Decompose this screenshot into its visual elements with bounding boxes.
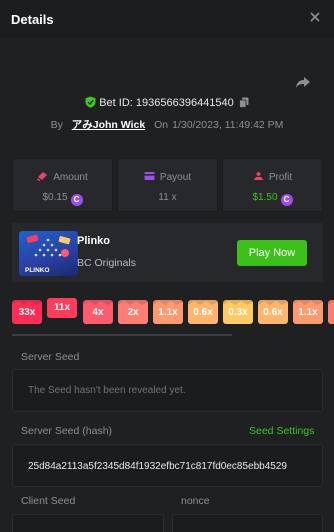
currency-coin-icon: C <box>70 194 83 206</box>
verified-shield-icon <box>85 96 96 108</box>
multiplier-slot <box>328 300 334 324</box>
server-seed-hash-value: 25d84a2113a5f2345d84f1932efbc71c817fd0ec… <box>28 461 287 472</box>
seed-settings-link[interactable]: Seed Settings <box>249 425 314 437</box>
multiplier-slot: 1.1x <box>293 300 323 324</box>
game-card: PLINKO Plinko BC Originals Play Now <box>12 223 323 282</box>
thumbnail-text: PLINKO <box>25 267 50 274</box>
multiplier-slot: 4x <box>83 300 113 324</box>
client-seed-label: Client Seed <box>21 495 76 507</box>
plinko-thumbnail-art: PLINKO <box>25 234 71 274</box>
page-title: Details <box>11 12 54 27</box>
profit-icon <box>253 171 264 180</box>
details-header: Details <box>0 0 334 38</box>
bet-author-row: By アみJohn Wick On 1/30/2023, 11:49:42 PM <box>0 117 334 132</box>
client-seed-field[interactable] <box>12 514 164 532</box>
by-label: By <box>50 119 63 131</box>
multiplier-scrollbar[interactable] <box>12 334 232 336</box>
username-link[interactable]: アみJohn Wick <box>72 119 145 131</box>
multiplier-slot-selected: 11x <box>47 298 77 318</box>
close-icon[interactable] <box>308 10 322 24</box>
stat-payout: Payout 11 x <box>117 158 218 212</box>
play-now-button[interactable]: Play Now <box>237 240 307 266</box>
copy-icon[interactable] <box>238 97 249 108</box>
multiplier-slot: 0.6x <box>188 300 218 324</box>
stat-label: Payout <box>159 172 192 183</box>
stat-value: $1.50 <box>252 192 278 203</box>
on-label: On <box>154 119 169 131</box>
stat-profit: Profit $1.50 C <box>222 158 323 212</box>
payout-icon <box>144 172 155 180</box>
nonce-field[interactable] <box>172 514 323 532</box>
server-seed-placeholder: The Seed hasn't been revealed yet. <box>28 385 186 396</box>
bet-id: Bet ID: 1936566396441540 <box>99 97 234 109</box>
currency-coin-icon: C <box>280 194 293 206</box>
multiplier-slot: 0.3x <box>223 300 253 324</box>
stat-value: $0.15 <box>42 192 68 203</box>
game-thumbnail[interactable]: PLINKO <box>19 231 78 276</box>
coin-stack-icon <box>36 172 48 182</box>
bet-datetime: 1/30/2023, 11:49:42 PM <box>172 119 284 131</box>
server-seed-label: Server Seed <box>21 351 80 363</box>
stat-label: Amount <box>53 172 88 183</box>
multiplier-slot: 33x <box>12 300 42 324</box>
server-seed-hash-label: Server Seed (hash) <box>21 425 113 437</box>
multiplier-row: 33x 11x 4x 2x 1.1x 0.6x 0.3x 0.6x 1.1x <box>12 298 334 325</box>
bet-stats: Amount $0.15 C Payout 11 x Profit $1.50 C <box>12 158 323 212</box>
nonce-label: nonce <box>181 495 210 507</box>
multiplier-slot: 2x <box>118 300 148 324</box>
stat-value: 11 x <box>158 192 177 203</box>
multiplier-slot: 0.6x <box>258 300 288 324</box>
server-seed-field: The Seed hasn't been revealed yet. <box>12 369 323 412</box>
multiplier-slot: 1.1x <box>153 300 183 324</box>
game-provider: BC Originals <box>77 257 136 269</box>
bet-id-row: Bet ID: 1936566396441540 <box>0 96 334 112</box>
server-seed-hash-field[interactable]: 25d84a2113a5f2345d84f1932efbc71c817fd0ec… <box>12 444 323 487</box>
game-name: Plinko <box>77 235 111 247</box>
share-icon[interactable] <box>295 76 311 89</box>
stat-amount: Amount $0.15 C <box>12 158 113 212</box>
stat-label: Profit <box>268 172 293 183</box>
